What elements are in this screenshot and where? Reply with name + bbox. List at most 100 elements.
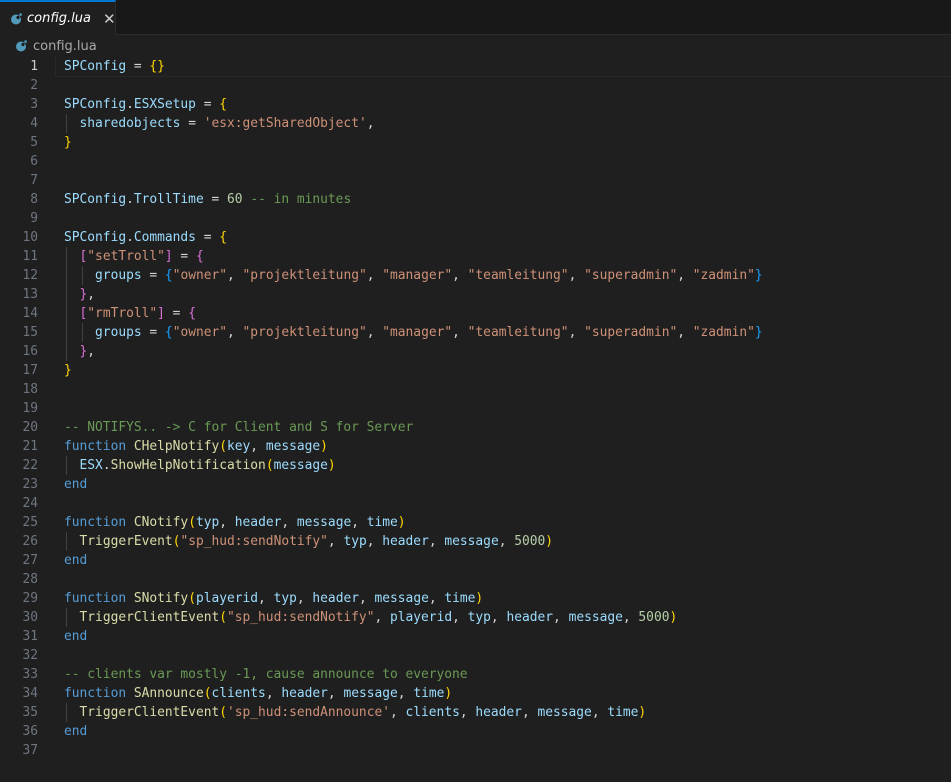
code-line[interactable]: 1 SPConfig = {}	[0, 57, 951, 77]
line-content: -- clients var mostly -1, cause announce…	[56, 665, 951, 684]
code-line[interactable]: 21 function CHelpNotify(key, message)	[0, 437, 951, 456]
line-content: ["rmTroll"] = {	[56, 304, 951, 323]
line-content: SPConfig.Commands = {	[56, 228, 951, 247]
code-line[interactable]: 13 },	[0, 285, 951, 304]
code-line[interactable]: 18	[0, 380, 951, 399]
token: message	[374, 591, 429, 606]
token: {}	[149, 59, 165, 74]
token: SNotify	[133, 591, 189, 606]
code-text: ["setTroll"] = {	[64, 247, 204, 266]
code-line[interactable]: 19	[0, 399, 951, 418]
code-text: TriggerClientEvent("sp_hud:sendNotify", …	[64, 608, 678, 627]
token: function	[64, 439, 127, 454]
code-line[interactable]: 2	[0, 76, 951, 95]
code-text: }	[64, 361, 72, 380]
code-text: ESX.ShowHelpNotification(message)	[64, 456, 336, 475]
code-line[interactable]: 37	[0, 741, 951, 760]
token: =	[195, 230, 220, 245]
code-line[interactable]: 8 SPConfig.TrollTime = 60 -- in minutes	[0, 190, 951, 209]
tab-config-lua[interactable]: config.lua ✕	[0, 0, 116, 35]
line-number: 30	[22, 610, 38, 625]
token: .	[102, 458, 111, 473]
code-line[interactable]: 23 end	[0, 475, 951, 494]
token: end	[64, 553, 88, 568]
token: -- NOTIFYS.. -> C for Client and S for S…	[64, 420, 414, 435]
line-content	[56, 741, 951, 760]
token: "superadmin"	[584, 268, 678, 283]
code-line[interactable]: 7	[0, 171, 951, 190]
token: message	[568, 610, 623, 625]
token: ,	[553, 610, 569, 625]
code-line[interactable]: 15 groups = {"owner", "projektleitung", …	[0, 323, 951, 342]
token: key	[227, 439, 251, 454]
code-line[interactable]: 34 function SAnnounce(clients, header, me…	[0, 684, 951, 703]
code-line[interactable]: 22 ESX.ShowHelpNotification(message)	[0, 456, 951, 475]
token: ,	[227, 325, 243, 340]
code-line[interactable]: 25 function CNotify(typ, header, message,…	[0, 513, 951, 532]
code-line[interactable]: 26 TriggerEvent("sp_hud:sendNotify", typ…	[0, 532, 951, 551]
token: ,	[498, 534, 515, 549]
code-text: TriggerEvent("sp_hud:sendNotify", typ, h…	[64, 532, 554, 551]
token: ,	[568, 268, 585, 283]
code-line[interactable]: 28	[0, 570, 951, 589]
line-content: },	[56, 285, 951, 304]
code-line[interactable]: 35 TriggerClientEvent('sp_hud:sendAnnoun…	[0, 703, 951, 722]
code-line[interactable]: 11 ["setTroll"] = {	[0, 247, 951, 266]
line-content: }	[56, 361, 951, 380]
code-editor[interactable]: 1 SPConfig = {} 2 3 SPConfig.ESXSetup = {4 s…	[0, 57, 951, 782]
token: typ	[273, 591, 297, 606]
line-content	[56, 76, 951, 95]
code-text: },	[64, 285, 96, 304]
token: ,	[366, 534, 383, 549]
line-content	[56, 380, 951, 399]
token: (	[188, 591, 196, 606]
token: ,	[87, 344, 96, 359]
tab-label: config.lua	[27, 11, 91, 26]
line-content: -- NOTIFYS.. -> C for Client and S for S…	[56, 418, 951, 437]
line-number: 22	[22, 458, 38, 473]
code-line[interactable]: 31 end	[0, 627, 951, 646]
token: ,	[219, 515, 235, 530]
code-line[interactable]: 20 -- NOTIFYS.. -> C for Client and S for…	[0, 418, 951, 437]
token: header	[234, 515, 282, 530]
token: end	[64, 629, 88, 644]
line-number: 28	[22, 572, 38, 587]
code-text: function SAnnounce(clients, header, mess…	[64, 684, 452, 703]
line-content: end	[56, 475, 951, 494]
token: clients	[405, 705, 460, 720]
code-line[interactable]: 4 sharedobjects = 'esx:getSharedObject',	[0, 114, 951, 133]
code-line[interactable]: 30 TriggerClientEvent("sp_hud:sendNotify…	[0, 608, 951, 627]
code-line[interactable]: 27 end	[0, 551, 951, 570]
token: time	[607, 705, 639, 720]
code-line[interactable]: 32	[0, 646, 951, 665]
token: TriggerEvent	[79, 534, 173, 549]
code-line[interactable]: 9	[0, 209, 951, 228]
code-line[interactable]: 14 ["rmTroll"] = {	[0, 304, 951, 323]
code-line[interactable]: 24	[0, 494, 951, 513]
token: header	[312, 591, 359, 606]
code-line[interactable]: 17}	[0, 361, 951, 380]
close-icon[interactable]: ✕	[103, 10, 116, 28]
code-line[interactable]: 6	[0, 152, 951, 171]
code-line[interactable]: 36 end	[0, 722, 951, 741]
code-line[interactable]: 10 SPConfig.Commands = {	[0, 228, 951, 247]
code-text: SPConfig.ESXSetup = {	[64, 95, 227, 114]
code-line[interactable]: 3 SPConfig.ESXSetup = {	[0, 95, 951, 114]
code-line[interactable]: 33 -- clients var mostly -1, cause announ…	[0, 665, 951, 684]
token: header	[475, 705, 522, 720]
line-content	[56, 646, 951, 665]
code-line[interactable]: 12 groups = {"owner", "projektleitung", …	[0, 266, 951, 285]
token: ,	[366, 116, 375, 131]
code-line[interactable]: 5}	[0, 133, 951, 152]
code-line[interactable]: 16 },	[0, 342, 951, 361]
token: SPConfig	[64, 230, 127, 245]
code-line[interactable]: 29 function SNotify(playerid, typ, header…	[0, 589, 951, 608]
token: =	[195, 97, 220, 112]
line-content: TriggerClientEvent('sp_hud:sendAnnounce'…	[56, 703, 951, 722]
token: ,	[452, 268, 468, 283]
breadcrumb-item-file[interactable]: config.lua	[33, 39, 97, 54]
token: ,	[366, 325, 383, 340]
line-content: groups = {"owner", "projektleitung", "ma…	[56, 323, 951, 342]
